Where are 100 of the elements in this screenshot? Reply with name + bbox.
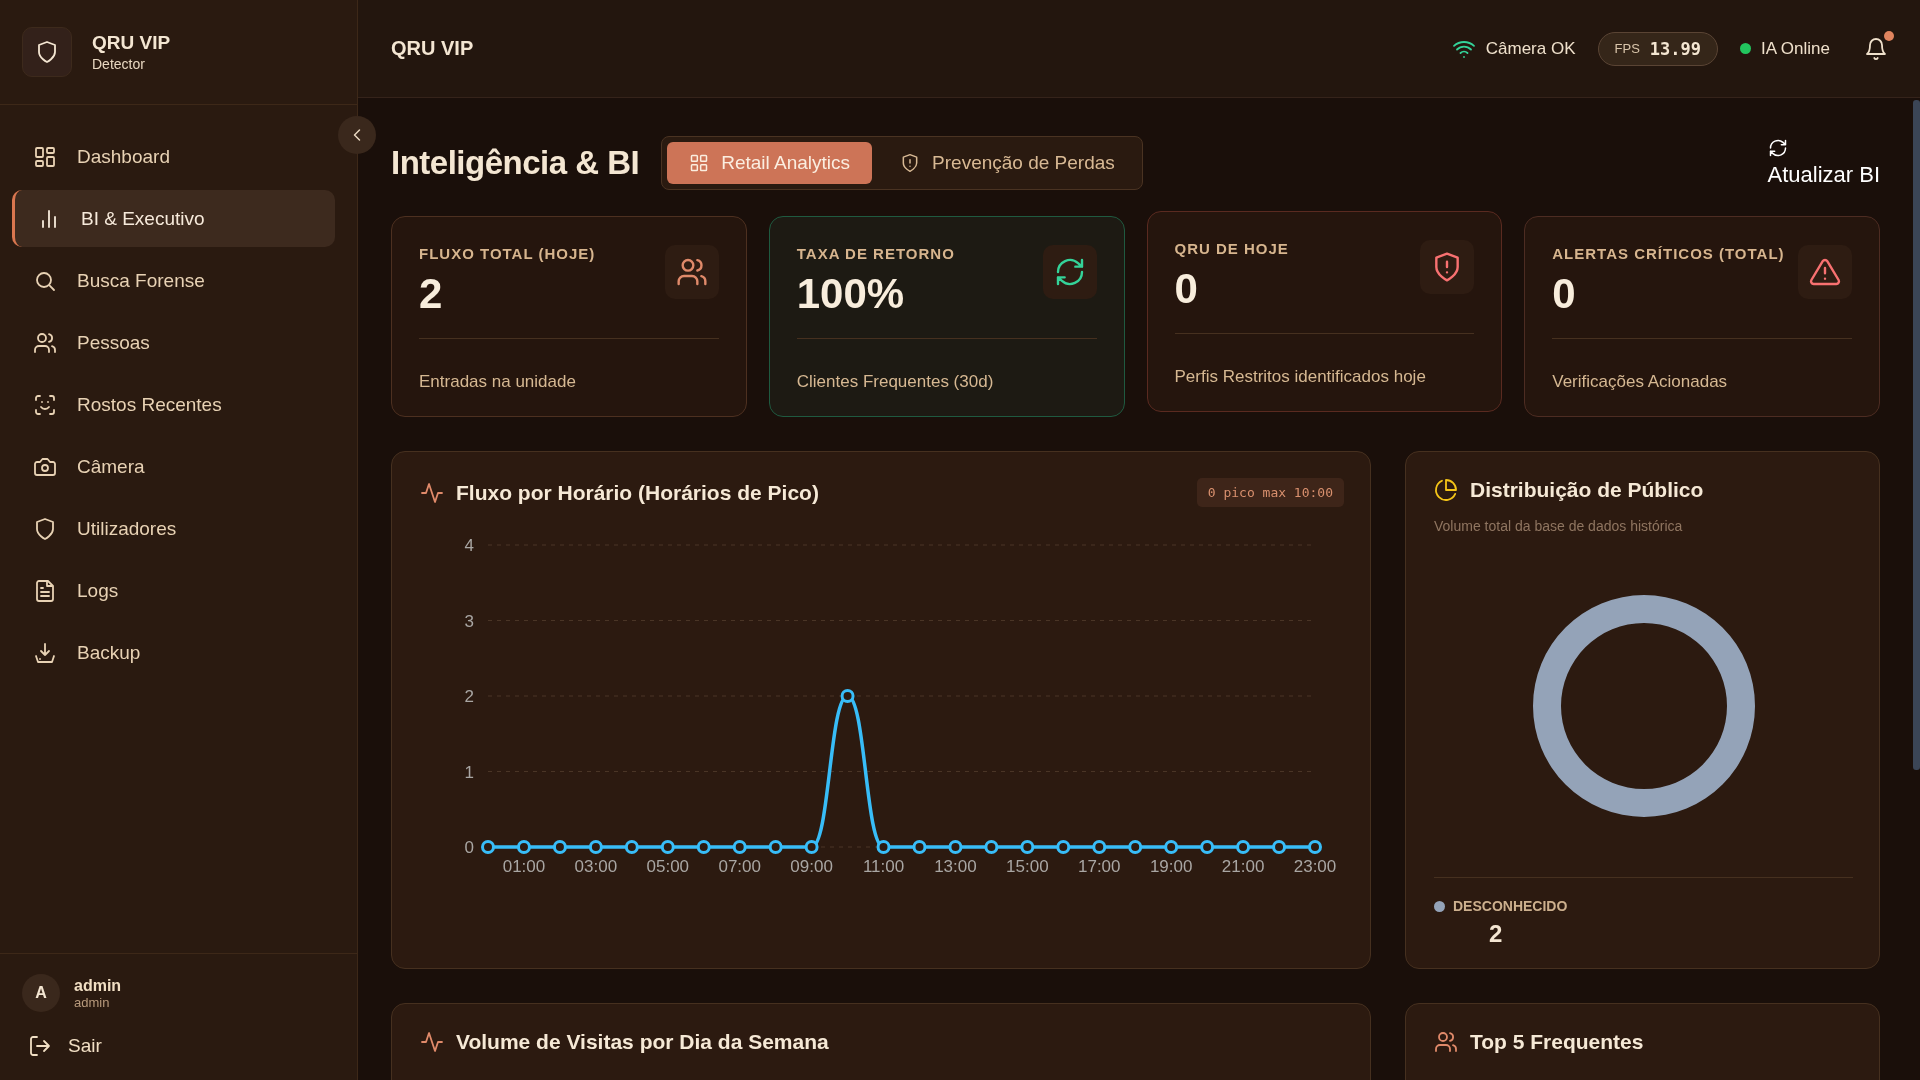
sidebar-item[interactable]: Dashboard [12,128,335,185]
x-tick-label: 13:00 [934,857,977,876]
ai-status: IA Online [1761,38,1830,59]
data-point [588,840,603,854]
data-point [660,840,675,854]
logout-icon [28,1034,52,1058]
download-icon [33,640,57,665]
y-tick-label: 4 [464,536,474,555]
data-point [1200,840,1215,854]
stat-value: 0 [1174,265,1199,313]
peak-badge: 0 pico max 10:00 [1196,478,1344,507]
brand-subtitle: Detector [92,56,146,72]
sidebar-item[interactable]: Rostos Recentes [12,376,335,433]
refresh-icon [1042,245,1097,299]
data-point [1056,840,1071,854]
users-icon [1434,1030,1458,1054]
data-point [1308,840,1322,854]
stat-caption: Clientes Frequentes (30d) [796,372,995,392]
sidebar-item[interactable]: Busca Forense [12,252,335,309]
stat-label: ALERTAS CRÍTICOS (TOTAL) [1552,245,1785,262]
page-title: Inteligência & BI [391,144,640,182]
stat-value: 100% [796,270,906,318]
x-tick-label: 11:00 [862,857,905,876]
camera-status: Câmera OK [1485,38,1576,59]
legend-label: DESCONHECIDO [1453,898,1568,914]
sidebar-item[interactable]: Backup [12,624,335,681]
x-tick-label: 17:00 [1078,857,1121,876]
panel-title: Top 5 Frequentes [1470,1030,1644,1054]
stat-caption: Verificações Acionadas [1552,372,1729,392]
shield-icon [33,516,57,541]
users-icon [33,330,57,355]
data-point [804,840,819,854]
stat-caption: Perfis Restritos identificados hoje [1174,367,1427,387]
pulse-icon [420,480,444,505]
stat-label: FLUXO TOTAL (HOJE) [419,245,596,262]
x-tick-label: 01:00 [502,857,546,876]
y-tick-label: 0 [464,838,474,857]
legend-value: 2 [1488,920,1504,948]
x-tick-label: 21:00 [1221,857,1265,876]
pie-chart-icon [1434,478,1458,502]
y-tick-label: 3 [464,611,474,631]
data-point [840,689,855,703]
data-point [1236,840,1251,854]
data-point [552,840,567,854]
grid-icon [689,153,710,173]
users-icon [664,245,719,299]
panel-title: Fluxo por Horário (Horários de Pico) [456,480,819,505]
panel-title: Volume de Visitas por Dia da Semana [456,1030,829,1054]
data-point [768,840,783,854]
sidebar-item[interactable]: BI & Executivo [12,190,335,247]
x-tick-label: 15:00 [1006,857,1049,876]
stat-value: 2 [419,270,444,318]
data-point [984,840,999,854]
stat-caption: Entradas na unidade [419,372,577,392]
user-role: admin [74,994,111,1010]
refresh-icon [1767,138,1788,158]
data-point [732,840,747,854]
x-tick-label: 07:00 [718,857,761,876]
stat-label: QRU DE HOJE [1174,240,1289,257]
warning-icon [1798,245,1852,299]
data-point [516,840,531,854]
brand-name: QRU VIP [92,32,171,54]
data-point [481,840,495,854]
data-point [1164,840,1179,854]
sidebar-item[interactable]: Pessoas [12,314,335,371]
y-tick-label: 2 [464,687,474,706]
sidebar-item[interactable]: Câmera [12,438,335,495]
user-avatar: A [22,974,60,1012]
header-title: QRU VIP [391,37,474,60]
y-tick-label: 1 [464,762,474,782]
x-tick-label: 05:00 [646,857,690,876]
data-point [1092,840,1107,854]
sidebar-item[interactable]: Utilizadores [12,500,335,557]
shield-logo [22,27,72,77]
logout-button[interactable]: Sair [22,1026,108,1066]
stat-label: TAXA DE RETORNO [796,245,955,262]
tab[interactable]: Prevenção de Perdas [878,142,1137,184]
data-point [1272,840,1287,854]
stat-value: 0 [1552,270,1577,318]
collapse-button[interactable] [338,116,376,154]
x-tick-label: 23:00 [1293,857,1337,876]
sidebar-item[interactable]: Logs [12,562,335,619]
data-point [1128,840,1143,854]
shield-alert-icon [1420,240,1475,294]
x-tick-label: 09:00 [790,857,833,876]
data-point [912,840,927,854]
fps-pill: FPS 13.99 [1597,31,1718,66]
scrollbar-thumb[interactable] [1913,100,1920,770]
refresh-button[interactable]: Atualizar BI [1767,138,1880,188]
document-icon [33,578,57,603]
user-name: admin [74,976,122,995]
dashboard-icon [33,144,57,169]
x-tick-label: 03:00 [574,857,618,876]
data-point [948,840,963,854]
x-tick-label: 19:00 [1149,857,1193,876]
pulse-icon [420,1030,444,1054]
data-point [1020,840,1035,854]
face-scan-icon [33,392,57,417]
data-point [624,840,639,854]
data-point [696,840,711,854]
